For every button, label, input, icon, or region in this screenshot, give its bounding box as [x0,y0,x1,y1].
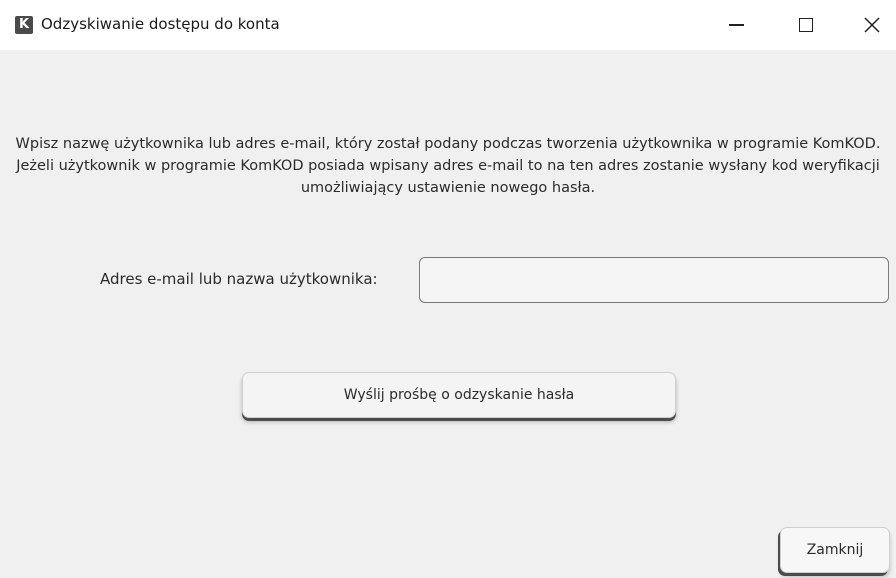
window-title: Odzyskiwanie dostępu do konta [41,15,280,33]
send-recovery-request-button[interactable]: Wyślij prośbę o odzyskanie hasła [242,372,676,418]
app-logo-icon: K [15,16,33,34]
maximize-icon [799,18,813,32]
close-window-button[interactable] [848,0,896,50]
close-icon [864,17,880,33]
instructions-text: Wpisz nazwę użytkownika lub adres e-mail… [15,136,881,196]
close-button[interactable]: Zamknij [780,527,890,573]
minimize-icon [728,24,744,26]
minimize-button[interactable] [712,0,760,50]
dialog-content: Wpisz nazwę użytkownika lub adres e-mail… [0,50,896,578]
email-username-input[interactable] [419,257,889,303]
dialog-window: K Odzyskiwanie dostępu do konta Wpisz na… [0,0,896,578]
maximize-button[interactable] [782,0,830,50]
email-username-label: Adres e-mail lub nazwa użytkownika: [100,270,378,288]
title-bar[interactable]: K Odzyskiwanie dostępu do konta [0,0,896,50]
